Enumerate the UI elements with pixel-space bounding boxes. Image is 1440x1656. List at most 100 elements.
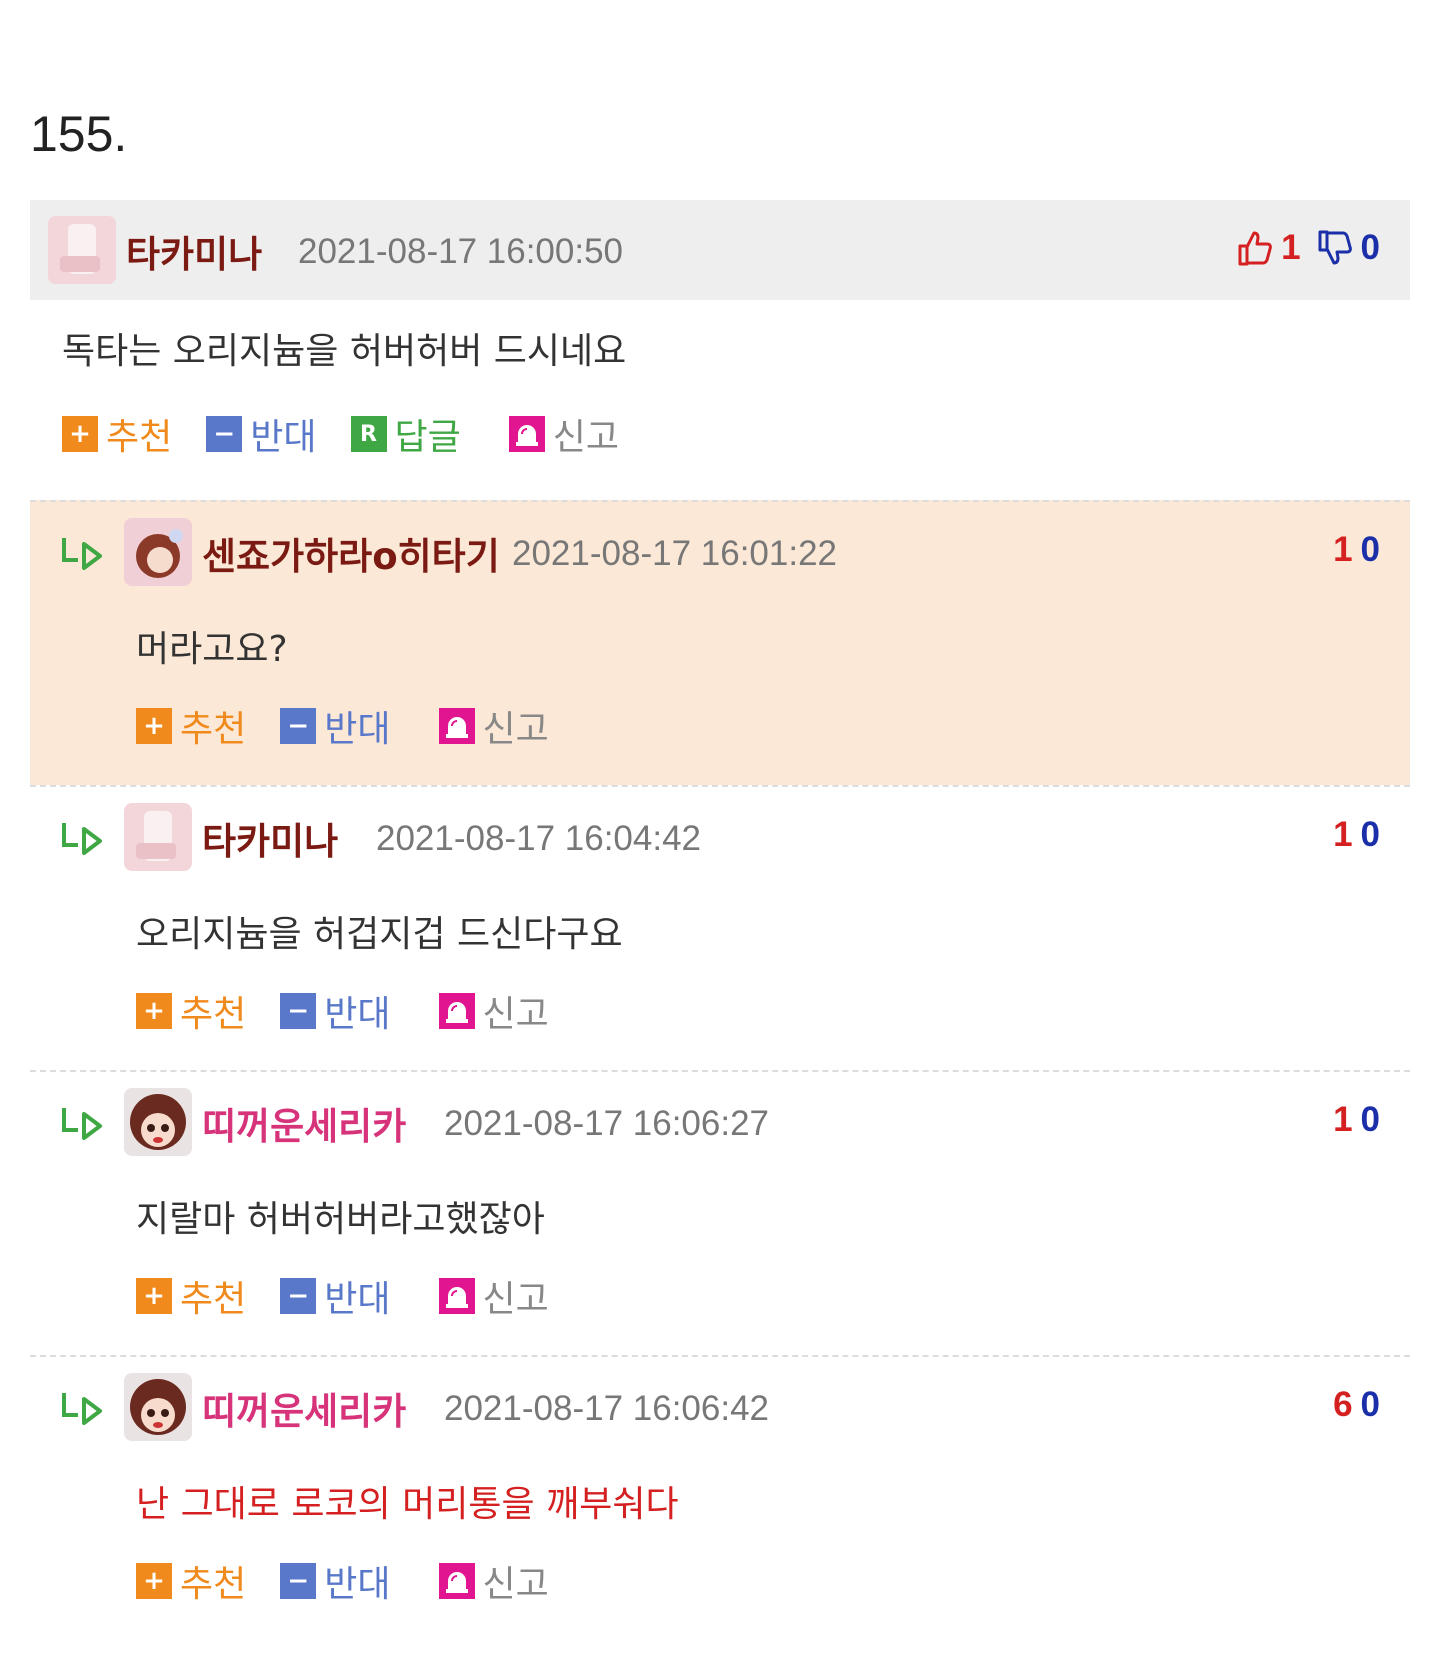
upvote-count: 1 (1281, 228, 1301, 267)
plus-icon: + (136, 1563, 172, 1599)
oppose-label: 반대 (324, 1564, 391, 1605)
recommend-label: 추천 (106, 417, 173, 458)
siren-icon (438, 1563, 475, 1599)
comment-date: 2021-08-17 16:06:42 (444, 1389, 769, 1428)
oppose-label: 반대 (324, 1279, 391, 1320)
minus-icon: − (206, 416, 243, 452)
plus-icon: + (136, 708, 172, 744)
recommend-button[interactable]: + 추천 (136, 1270, 246, 1322)
comment-text: 독타는 오리지늄을 허버허버 드시네요 (62, 331, 627, 372)
minus-icon: − (280, 708, 317, 744)
nickname[interactable]: 타카미나 (126, 224, 262, 278)
minus-icon: − (280, 1563, 317, 1599)
comment-date: 2021-08-17 16:04:42 (376, 819, 701, 858)
thumbs-up-icon[interactable] (1237, 229, 1273, 267)
report-button[interactable]: 신고 (438, 1270, 549, 1322)
avatar-icon (124, 1088, 192, 1156)
report-label: 신고 (552, 417, 619, 458)
report-label: 신고 (482, 994, 549, 1035)
recommend-button[interactable]: + 추천 (136, 1555, 246, 1607)
recommend-label: 추천 (180, 1564, 247, 1605)
reply-item: 띠꺼운세리카 2021-08-17 16:06:42 6 0 난 그대로 로코의… (30, 1355, 1410, 1640)
comment-text: 지랄마 허버허버라고했잖아 (136, 1199, 545, 1240)
recommend-label: 추천 (180, 1279, 247, 1320)
plus-icon: + (136, 993, 172, 1029)
oppose-button[interactable]: − 반대 (280, 700, 391, 752)
nickname[interactable]: 띠꺼운세리카 (202, 1096, 406, 1150)
report-button[interactable]: 신고 (438, 985, 549, 1037)
avatar-icon (124, 518, 192, 586)
siren-icon (508, 416, 545, 452)
recommend-label: 추천 (180, 994, 247, 1035)
nickname[interactable]: 띠꺼운세리카 (202, 1381, 406, 1435)
vote-counts: 1 0 (1333, 1100, 1380, 1140)
reply-arrow-icon (62, 823, 102, 855)
reply-arrow-icon (62, 538, 102, 570)
avatar[interactable] (124, 1373, 192, 1441)
nickname[interactable]: 센죠가하라o히타기 (202, 526, 500, 580)
comment-date: 2021-08-17 16:00:50 (298, 232, 623, 271)
reply-item: 타카미나 2021-08-17 16:04:42 1 0 오리지늄을 허겁지겁 … (30, 785, 1410, 1070)
comment-date: 2021-08-17 16:06:27 (444, 1104, 769, 1143)
downvote-count: 0 (1360, 1100, 1380, 1139)
comment-text: 난 그대로 로코의 머리통을 깨부숴다 (136, 1484, 679, 1525)
reply-r-icon: R (350, 416, 387, 452)
avatar[interactable] (124, 803, 192, 871)
comment-actions: + 추천 − 반대 신고 (136, 1270, 583, 1322)
downvote-count: 0 (1360, 815, 1380, 854)
report-label: 신고 (482, 709, 549, 750)
recommend-button[interactable]: + 추천 (62, 408, 172, 460)
oppose-label: 반대 (324, 994, 391, 1035)
report-button[interactable]: 신고 (438, 1555, 549, 1607)
oppose-label: 반대 (250, 417, 317, 458)
report-button[interactable]: 신고 (438, 700, 549, 752)
siren-icon (438, 1278, 475, 1314)
comment-actions: + 추천 − 반대 R 답글 신고 (62, 408, 653, 460)
oppose-button[interactable]: − 반대 (280, 985, 391, 1037)
vote-counts: 6 0 (1333, 1385, 1380, 1425)
upvote-count: 1 (1333, 815, 1353, 854)
reply-label: 답글 (394, 417, 461, 458)
comment-actions: + 추천 − 반대 신고 (136, 1555, 583, 1607)
recommend-label: 추천 (180, 709, 247, 750)
thumbs-down-icon[interactable] (1317, 229, 1353, 267)
oppose-label: 반대 (324, 709, 391, 750)
comment-actions: + 추천 − 반대 신고 (136, 700, 583, 752)
avatar[interactable] (48, 216, 116, 284)
avatar-icon (48, 216, 116, 284)
recommend-button[interactable]: + 추천 (136, 985, 246, 1037)
oppose-button[interactable]: − 반대 (206, 408, 317, 460)
comment-date: 2021-08-17 16:01:22 (512, 534, 837, 573)
upvote-count: 1 (1333, 1100, 1353, 1139)
reply-item: 센죠가하라o히타기 2021-08-17 16:01:22 1 0 머라고요? … (30, 500, 1410, 785)
plus-icon: + (136, 1278, 172, 1314)
recommend-button[interactable]: + 추천 (136, 700, 246, 752)
minus-icon: − (280, 1278, 317, 1314)
reply-button[interactable]: R 답글 (350, 408, 461, 460)
plus-icon: + (62, 416, 98, 452)
reply-arrow-icon (62, 1108, 102, 1140)
oppose-button[interactable]: − 반대 (280, 1555, 391, 1607)
upvote-count: 6 (1333, 1385, 1353, 1424)
report-button[interactable]: 신고 (508, 408, 619, 460)
nickname[interactable]: 타카미나 (202, 811, 338, 865)
vote-counts: 1 0 (1333, 815, 1380, 855)
comment-text: 머라고요? (136, 629, 288, 670)
oppose-button[interactable]: − 반대 (280, 1270, 391, 1322)
downvote-count: 0 (1360, 1385, 1380, 1424)
comment-list: 타카미나 2021-08-17 16:00:50 1 0 독타는 오리지늄을 허… (30, 200, 1410, 1640)
avatar-icon (124, 803, 192, 871)
reply-item: 띠꺼운세리카 2021-08-17 16:06:27 1 0 지랄마 허버허버라… (30, 1070, 1410, 1355)
siren-icon (438, 708, 475, 744)
comment-item: 타카미나 2021-08-17 16:00:50 1 0 독타는 오리지늄을 허… (30, 200, 1410, 500)
siren-icon (438, 993, 475, 1029)
report-label: 신고 (482, 1279, 549, 1320)
avatar[interactable] (124, 518, 192, 586)
avatar[interactable] (124, 1088, 192, 1156)
comment-text: 오리지늄을 허겁지겁 드신다구요 (136, 914, 623, 955)
report-label: 신고 (482, 1564, 549, 1605)
downvote-count: 0 (1360, 530, 1380, 569)
vote-counts: 1 0 (1237, 228, 1380, 268)
minus-icon: − (280, 993, 317, 1029)
post-number: 155. (30, 106, 128, 162)
